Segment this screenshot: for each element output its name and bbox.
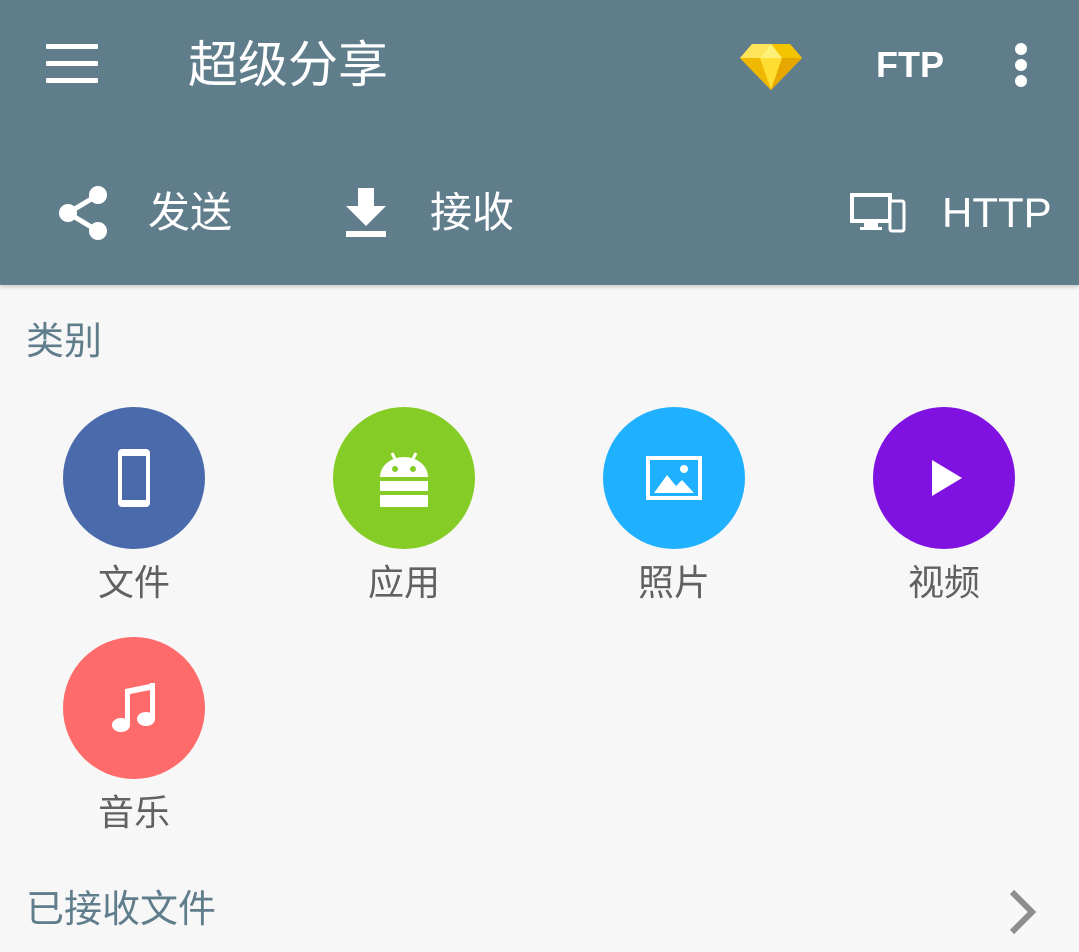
receive-label: 接收 — [430, 188, 515, 237]
category-music[interactable]: 音乐 — [34, 637, 234, 857]
menu-icon-line — [46, 61, 98, 66]
more-icon-dot — [1015, 43, 1027, 55]
image-icon — [646, 456, 702, 500]
app-bar: 超级分享 FTP 发送 接收 HTTP — [0, 0, 1079, 285]
http-button[interactable]: HTTP — [850, 175, 1052, 251]
category-label: 文件 — [97, 563, 170, 604]
music-note-icon — [112, 683, 155, 732]
category-label: 照片 — [637, 563, 710, 604]
category-label: 视频 — [907, 563, 980, 604]
category-label: 音乐 — [97, 793, 170, 834]
category-files[interactable]: 文件 — [34, 407, 234, 627]
category-videos[interactable]: 视频 — [844, 407, 1044, 627]
diamond-icon — [740, 44, 802, 90]
premium-gem-button[interactable] — [738, 40, 804, 92]
category-label: 应用 — [367, 563, 440, 604]
more-icon-dot — [1015, 75, 1027, 87]
category-photos[interactable]: 照片 — [574, 407, 774, 627]
category-icon-circle — [333, 407, 475, 549]
menu-icon-line — [46, 78, 98, 83]
download-icon — [346, 188, 386, 237]
received-files-heading: 已接收文件 — [26, 887, 217, 931]
category-icon-circle — [63, 637, 205, 779]
http-label: HTTP — [942, 189, 1052, 236]
receive-button[interactable]: 接收 — [344, 175, 524, 251]
more-options-button[interactable] — [1014, 43, 1028, 87]
smartphone-icon — [118, 449, 150, 507]
category-icon-circle — [873, 407, 1015, 549]
chevron-right-icon — [1009, 889, 1037, 935]
categories-heading: 类别 — [26, 319, 103, 363]
more-icon-dot — [1015, 59, 1027, 71]
android-icon — [380, 452, 428, 507]
play-icon — [932, 460, 962, 496]
send-label: 发送 — [148, 188, 233, 237]
send-button[interactable]: 发送 — [56, 175, 246, 251]
category-icon-circle — [63, 407, 205, 549]
category-apps[interactable]: 应用 — [304, 407, 504, 627]
devices-icon — [850, 193, 906, 233]
menu-icon-line — [46, 44, 98, 49]
app-title: 超级分享 — [188, 36, 388, 94]
category-icon-circle — [603, 407, 745, 549]
ftp-button[interactable]: FTP — [876, 45, 944, 85]
share-icon — [59, 186, 107, 240]
menu-button[interactable] — [46, 44, 98, 84]
